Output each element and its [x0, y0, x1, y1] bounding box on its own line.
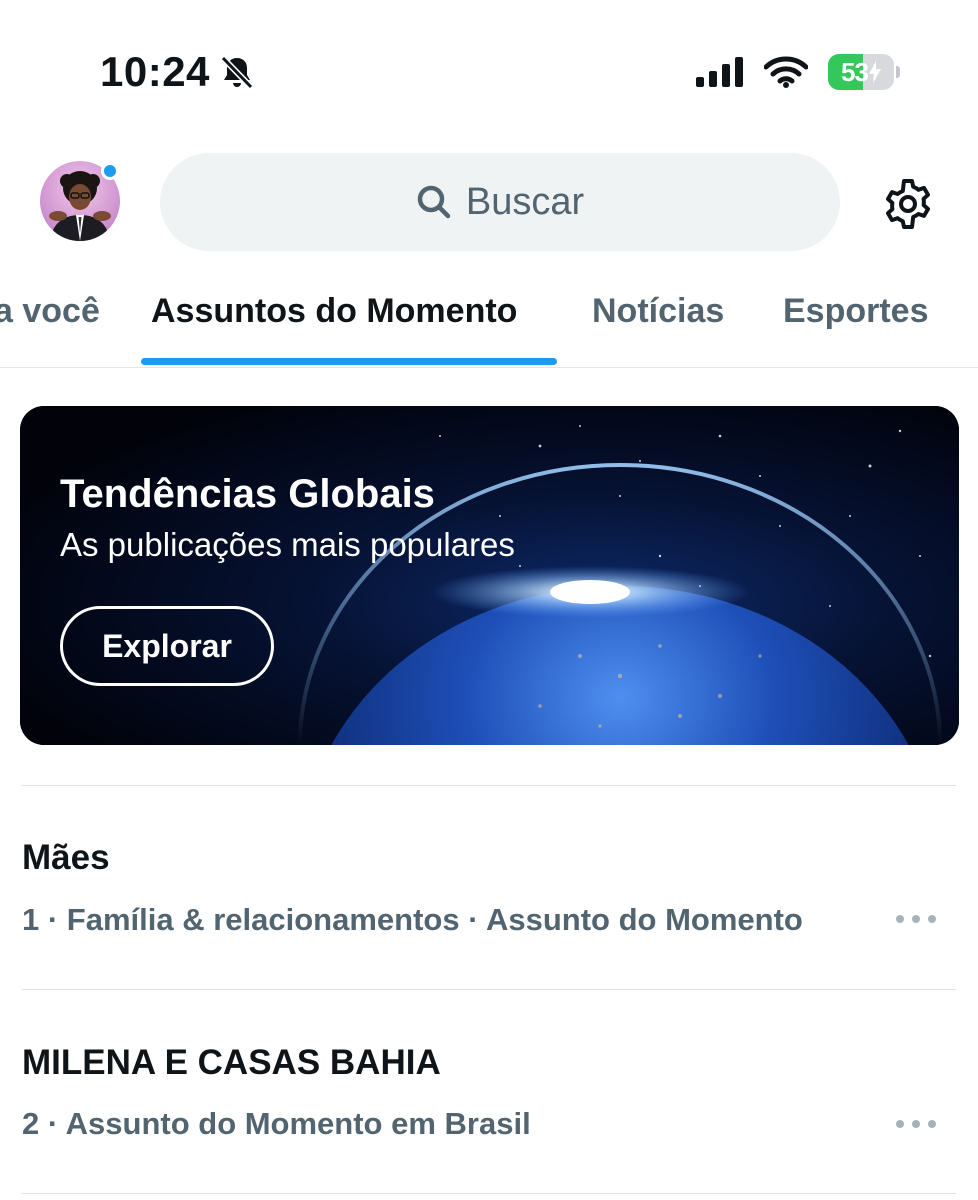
- status-time: 10:24: [100, 48, 254, 96]
- divider: [22, 785, 956, 786]
- banner-subtitle: As publicações mais populares: [60, 526, 515, 563]
- more-options-icon[interactable]: [896, 912, 936, 926]
- gear-icon[interactable]: [880, 176, 936, 232]
- explore-screen: 10:24 53 Buscar a você Assuntos do Momen…: [0, 0, 978, 1200]
- tab-trending[interactable]: Assuntos do Momento: [151, 292, 517, 331]
- tab-for-you[interactable]: a você: [0, 292, 100, 331]
- earth-from-space-image: [20, 406, 959, 745]
- divider: [22, 989, 956, 990]
- search-bar[interactable]: Buscar: [160, 153, 840, 251]
- more-options-icon[interactable]: [896, 1117, 936, 1131]
- tab-sports[interactable]: Esportes: [783, 292, 929, 331]
- trend-meta: 1 · Família & relacionamentos · Assunto …: [22, 902, 803, 937]
- explore-button[interactable]: Explorar: [60, 606, 274, 686]
- battery-cap: [896, 66, 900, 78]
- search-placeholder: Buscar: [465, 180, 585, 223]
- battery-indicator: 53: [828, 54, 894, 90]
- charging-bolt-icon: [868, 61, 881, 83]
- divider: [22, 1193, 956, 1194]
- explore-tabs: a você Assuntos do Momento Notícias Espo…: [0, 282, 978, 368]
- bell-slash-icon: [220, 55, 254, 90]
- global-trends-banner[interactable]: Tendências Globais As publicações mais p…: [20, 406, 959, 745]
- battery-level: 53: [841, 56, 869, 87]
- banner-title: Tendências Globais: [60, 472, 435, 516]
- cellular-signal-icon: [696, 57, 743, 87]
- active-tab-indicator: [141, 358, 557, 365]
- search-icon: [417, 185, 451, 219]
- trend-title: MILENA E CASAS BAHIA: [22, 1043, 441, 1082]
- tab-news[interactable]: Notícias: [592, 292, 724, 331]
- status-indicators: 53: [696, 54, 900, 90]
- trend-title: Mães: [22, 838, 110, 877]
- trend-meta: 2 · Assunto do Momento em Brasil: [22, 1106, 531, 1141]
- status-time-text: 10:24: [100, 48, 210, 95]
- wifi-icon: [764, 56, 808, 88]
- notification-dot: [101, 162, 119, 180]
